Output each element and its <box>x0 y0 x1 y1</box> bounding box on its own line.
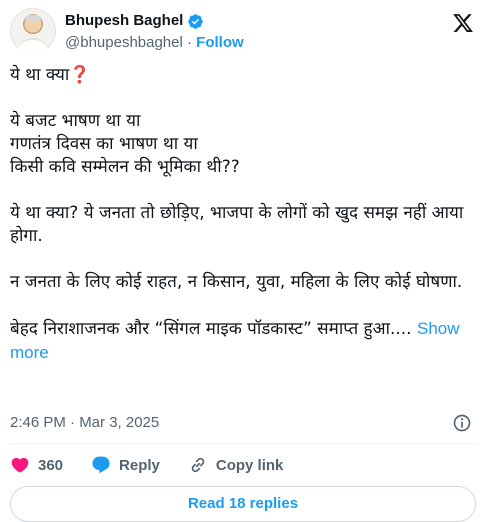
author-display-name[interactable]: Bhupesh Baghel <box>65 11 183 31</box>
follow-button[interactable]: Follow <box>196 34 244 51</box>
link-icon <box>191 457 205 473</box>
paragraph-3: ये था क्या? ये जनता तो छोड़िए, भाजपा के … <box>10 203 469 246</box>
read-replies-button[interactable]: Read 18 replies <box>10 486 476 522</box>
avatar-hair <box>25 15 41 21</box>
like-button[interactable]: 360 <box>10 453 63 477</box>
tweet-card: Bhupesh Baghel @bhupeshbaghel · Follow य… <box>0 0 488 522</box>
reply-bubble-icon <box>92 456 110 474</box>
question-emoji-icon: ❓ <box>69 65 91 85</box>
paragraph-5: बेहद निराशाजनक और “सिंगल माइक पॉडकास्ट” … <box>10 319 412 339</box>
action-bar: 360 Reply Copy link <box>10 452 478 478</box>
heart-icon <box>11 457 29 473</box>
author-name-row[interactable]: Bhupesh Baghel <box>65 11 204 31</box>
author-handle[interactable]: @bhupeshbaghel <box>65 34 183 51</box>
line1-text: ये था क्या <box>10 65 70 85</box>
tweet-meta: 2:46 PM · Mar 3, 2025 <box>10 413 478 433</box>
tweet-text: ये था क्या❓ ये बजट भाषण था या गणतंत्र दि… <box>10 64 478 365</box>
handle-row: @bhupeshbaghel · Follow <box>65 33 244 53</box>
avatar[interactable] <box>10 8 56 54</box>
reply-button[interactable]: Reply <box>91 453 160 477</box>
timestamp[interactable]: 2:46 PM · Mar 3, 2025 <box>10 414 159 431</box>
copy-link-label: Copy link <box>215 456 284 474</box>
verified-badge-icon <box>188 13 204 29</box>
x-logo-icon[interactable] <box>452 12 474 34</box>
info-icon[interactable] <box>452 413 472 433</box>
copy-link-button[interactable]: Copy link <box>188 453 284 477</box>
paragraph-2: ये बजट भाषण था या गणतंत्र दिवस का भाषण थ… <box>10 111 240 177</box>
paragraph-4: न जनता के लिए कोई राहत, न किसान, युवा, म… <box>10 272 463 292</box>
avatar-shirt <box>18 38 48 54</box>
reply-label: Reply <box>119 456 160 474</box>
separator-dot: · <box>187 34 192 51</box>
divider <box>10 443 478 444</box>
author-block: Bhupesh Baghel @bhupeshbaghel · Follow <box>65 11 244 53</box>
like-count: 360 <box>38 456 64 474</box>
tweet-header: Bhupesh Baghel @bhupeshbaghel · Follow <box>10 8 478 58</box>
